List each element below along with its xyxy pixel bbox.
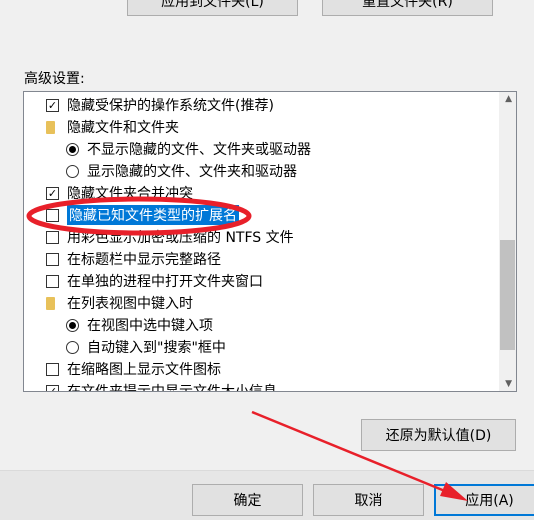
folder-icon [46,296,55,310]
list-item[interactable]: ✓ 隐藏文件夹合并冲突 [46,182,193,204]
ok-button[interactable]: 确定 [192,484,303,516]
folder-icon [46,120,55,134]
list-item-label: 在列表视图中键入时 [67,296,193,312]
list-item[interactable]: 自动键入到"搜索"框中 [66,336,226,358]
list-item: 隐藏文件和文件夹 [46,116,179,138]
list-item[interactable]: 在标题栏中显示完整路径 [46,248,221,270]
advanced-settings-list[interactable]: ✓ 隐藏受保护的操作系统文件(推荐) 隐藏文件和文件夹不显示隐藏的文件、文件夹或驱动… [23,91,517,392]
list-item-label: 隐藏已知文件类型的扩展名 [67,205,239,225]
restore-defaults-button[interactable]: 还原为默认值(D) [361,419,516,451]
list-item[interactable]: ✓ 在文件夹提示中显示文件大小信息 [46,380,277,392]
checkbox[interactable]: ✓ [46,384,59,391]
list-item[interactable]: 不显示隐藏的文件、文件夹或驱动器 [66,138,311,160]
list-item-label: 显示隐藏的文件、文件夹和驱动器 [87,164,297,180]
list-item-label: 在缩略图上显示文件图标 [67,362,221,378]
apply-button[interactable]: 应用(A) [434,484,534,516]
list-item-label: 在视图中选中键入项 [87,318,213,334]
apply-to-folders-button[interactable]: 应用到文件夹(L) [127,0,298,16]
reset-folders-button[interactable]: 重置文件夹(R) [322,0,493,16]
scrollbar[interactable]: ▲ ▼ [499,92,516,391]
list-item[interactable]: 用彩色显示加密或压缩的 NTFS 文件 [46,226,294,248]
scroll-thumb[interactable] [500,240,515,350]
list-item-label: 自动键入到"搜索"框中 [87,340,226,356]
checkbox[interactable]: ✓ [46,186,59,200]
list-item-label: 在单独的进程中打开文件夹窗口 [67,274,263,290]
list-item[interactable]: 在视图中选中键入项 [66,314,213,336]
radio-button[interactable] [66,164,79,178]
checkbox[interactable] [46,362,59,376]
checkbox[interactable] [46,274,59,288]
checkbox[interactable] [46,208,59,222]
advanced-settings-label: 高级设置: [24,71,85,87]
radio-button[interactable] [66,340,79,354]
list-item[interactable]: 在单独的进程中打开文件夹窗口 [46,270,263,292]
checkbox[interactable] [46,252,59,266]
list-item[interactable]: ✓ 隐藏受保护的操作系统文件(推荐) [46,94,274,116]
list-item-label: 不显示隐藏的文件、文件夹或驱动器 [87,142,311,158]
radio-button[interactable] [66,318,79,332]
scroll-down-icon[interactable]: ▼ [505,379,512,389]
list-item-label: 在标题栏中显示完整路径 [67,252,221,268]
list-item-label: 隐藏受保护的操作系统文件(推荐) [67,98,274,114]
checkbox[interactable] [46,230,59,244]
scroll-up-icon[interactable]: ▲ [505,94,512,104]
radio-button[interactable] [66,142,79,156]
list-item[interactable]: 隐藏已知文件类型的扩展名 [46,204,239,226]
list-item: 在列表视图中键入时 [46,292,193,314]
list-item-label: 隐藏文件夹合并冲突 [67,186,193,202]
list-item[interactable]: 在缩略图上显示文件图标 [46,358,221,380]
list-item-label: 在文件夹提示中显示文件大小信息 [67,384,277,392]
list-item[interactable]: 显示隐藏的文件、文件夹和驱动器 [66,160,297,182]
list-item-label: 隐藏文件和文件夹 [67,120,179,136]
list-item-label: 用彩色显示加密或压缩的 NTFS 文件 [67,230,294,246]
cancel-button[interactable]: 取消 [313,484,424,516]
checkbox[interactable]: ✓ [46,98,59,112]
